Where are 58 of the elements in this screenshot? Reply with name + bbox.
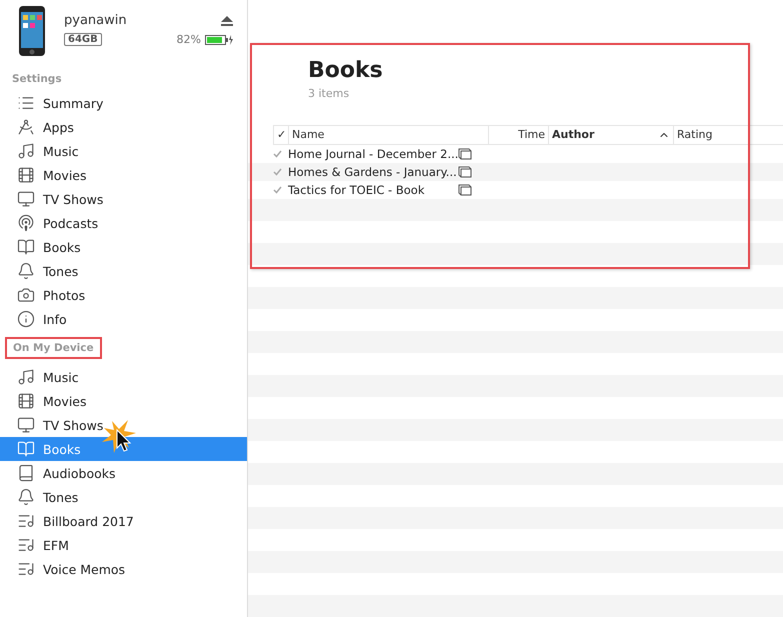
sidebar-item[interactable]: Voice Memos (0, 557, 247, 581)
sidebar-item[interactable]: Tones (0, 485, 247, 509)
playlist-icon (17, 560, 35, 578)
row-checkbox[interactable] (273, 168, 282, 176)
column-header[interactable]: Rating (673, 126, 783, 144)
book-name: Home Journal - December 2... (288, 146, 458, 161)
playlist-icon (17, 536, 35, 554)
sidebar-item[interactable]: Movies (0, 389, 247, 413)
camera-icon (17, 286, 35, 304)
sidebar-item[interactable]: EFM (0, 533, 247, 557)
battery-icon (205, 34, 233, 44)
battery-percent: 82% (176, 33, 201, 46)
page-title: Books (308, 58, 383, 83)
sidebar-item[interactable]: Billboard 2017 (0, 509, 247, 533)
sidebar-item[interactable]: Tones (0, 259, 247, 283)
section-heading: On My Device (5, 337, 102, 359)
book-name: Homes & Gardens - January... (288, 164, 458, 179)
sidebar-item[interactable]: Music (0, 139, 247, 163)
sidebar-item[interactable]: Summary (0, 91, 247, 115)
sidebar-item[interactable]: Podcasts (0, 211, 247, 235)
book-name: Tactics for TOEIC - Book (288, 182, 426, 197)
column-header[interactable]: Author (548, 126, 673, 144)
section-heading: Settings (12, 73, 62, 85)
capacity-label: 64GB (64, 33, 102, 46)
row-checkbox[interactable] (273, 150, 282, 158)
info-icon (17, 310, 35, 328)
sidebar-item[interactable]: Apps (0, 115, 247, 139)
audiobook-icon (17, 464, 35, 482)
sidebar-item[interactable]: Movies (0, 163, 247, 187)
bell-icon (17, 488, 35, 506)
row-checkbox[interactable] (273, 186, 282, 194)
cursor-icon (102, 420, 138, 454)
sidebar-item[interactable]: TV Shows (0, 413, 247, 437)
music-note-icon (17, 142, 35, 160)
music-note-icon (17, 368, 35, 386)
compass-icon (17, 118, 35, 136)
monitor-icon (17, 190, 35, 208)
table-row[interactable]: Homes & Gardens - January... (248, 162, 783, 181)
film-icon (17, 166, 35, 184)
column-header[interactable]: Time (488, 126, 548, 144)
device-name: pyanawin (64, 13, 127, 28)
eject-icon[interactable] (221, 16, 233, 26)
sidebar-item[interactable]: Music (0, 365, 247, 389)
podcast-icon (17, 214, 35, 232)
sidebar-item[interactable]: Info (0, 307, 247, 331)
item-count: 3 items (308, 87, 350, 100)
column-header[interactable]: ✓ (273, 126, 288, 144)
phone-icon (18, 5, 46, 57)
sidebar-item[interactable]: Books (0, 235, 247, 259)
film-icon (17, 392, 35, 410)
bell-icon (17, 262, 35, 280)
sidebar-item[interactable]: Photos (0, 283, 247, 307)
monitor-icon (17, 416, 35, 434)
playlist-icon (17, 512, 35, 530)
sidebar-item[interactable]: Audiobooks (0, 461, 247, 485)
column-header[interactable]: Name (288, 126, 488, 144)
sidebar-item[interactable]: TV Shows (0, 187, 247, 211)
list-icon (17, 94, 35, 112)
